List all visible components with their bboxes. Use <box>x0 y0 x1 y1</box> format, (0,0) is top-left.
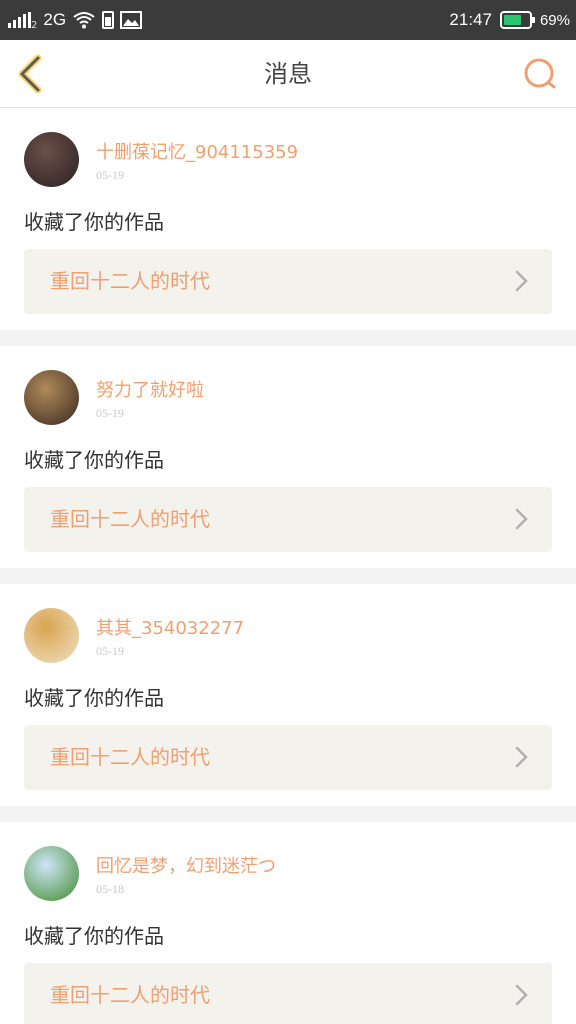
work-link[interactable]: 重回十二人的时代 <box>24 725 552 790</box>
page-title: 消息 <box>264 60 312 88</box>
avatar[interactable] <box>24 846 79 901</box>
search-button[interactable] <box>520 54 560 94</box>
list-item: 回忆是梦，幻到迷茫つ 05-18 收藏了你的作品 重回十二人的时代 <box>0 822 576 1024</box>
action-text: 收藏了你的作品 <box>24 924 164 948</box>
battery-icon <box>499 11 535 29</box>
message-date: 05-18 <box>96 882 124 896</box>
network-type: 2G <box>43 10 67 29</box>
image-icon <box>120 11 143 29</box>
list-item: 其其_354032277 05-19 收藏了你的作品 重回十二人的时代 <box>0 584 576 806</box>
work-title: 重回十二人的时代 <box>50 983 210 1007</box>
chevron-right-icon <box>515 746 528 768</box>
username-link[interactable]: 十删葆记忆_904115359 <box>96 138 298 164</box>
status-right: 21:47 69% <box>449 0 570 40</box>
search-icon <box>524 58 556 89</box>
work-link[interactable]: 重回十二人的时代 <box>24 963 552 1024</box>
message-date: 05-19 <box>96 644 124 658</box>
message-date: 05-19 <box>96 168 124 182</box>
username-link[interactable]: 回忆是梦，幻到迷茫つ <box>96 852 276 878</box>
avatar[interactable] <box>24 132 79 187</box>
signal-icon <box>8 12 31 28</box>
work-title: 重回十二人的时代 <box>50 745 210 769</box>
chevron-left-icon <box>18 54 42 94</box>
battery-percent: 69% <box>539 11 570 29</box>
avatar[interactable] <box>24 370 79 425</box>
clock: 21:47 <box>449 10 492 29</box>
work-title: 重回十二人的时代 <box>50 269 210 293</box>
wifi-icon <box>73 12 95 29</box>
list-item: 努力了就好啦 05-19 收藏了你的作品 重回十二人的时代 <box>0 346 576 568</box>
chevron-right-icon <box>515 984 528 1006</box>
action-text: 收藏了你的作品 <box>24 210 164 234</box>
status-left: 2 2G <box>8 0 143 40</box>
nav-header: 消息 <box>0 40 576 108</box>
action-text: 收藏了你的作品 <box>24 448 164 472</box>
message-list: 十删葆记忆_904115359 05-19 收藏了你的作品 重回十二人的时代 努… <box>0 108 576 1024</box>
chevron-right-icon <box>515 508 528 530</box>
work-title: 重回十二人的时代 <box>50 507 210 531</box>
back-button[interactable] <box>12 52 56 96</box>
work-link[interactable]: 重回十二人的时代 <box>24 249 552 314</box>
work-link[interactable]: 重回十二人的时代 <box>24 487 552 552</box>
list-item: 十删葆记忆_904115359 05-19 收藏了你的作品 重回十二人的时代 <box>0 108 576 330</box>
action-text: 收藏了你的作品 <box>24 686 164 710</box>
avatar[interactable] <box>24 608 79 663</box>
status-bar: 2 2G 21:47 69% <box>0 0 576 40</box>
sim-slot: 2 <box>31 19 38 31</box>
message-date: 05-19 <box>96 406 124 420</box>
chevron-right-icon <box>515 270 528 292</box>
username-link[interactable]: 其其_354032277 <box>96 614 244 640</box>
battery-small-icon <box>102 11 115 29</box>
username-link[interactable]: 努力了就好啦 <box>96 376 204 402</box>
battery-fill <box>503 15 521 25</box>
